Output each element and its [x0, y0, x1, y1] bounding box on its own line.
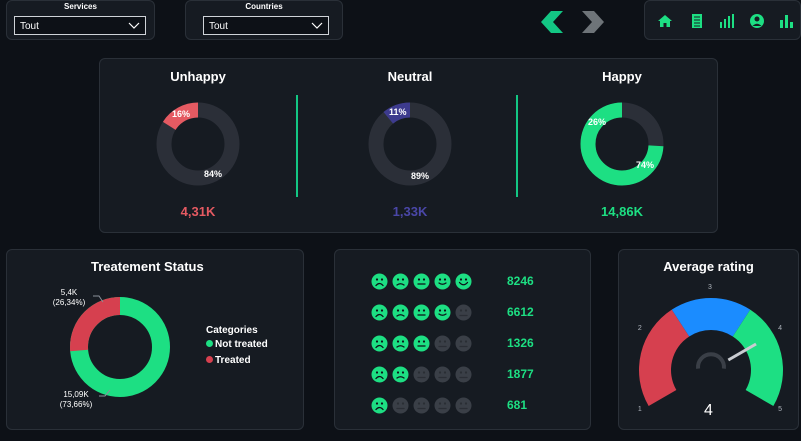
- frown-face-icon: [392, 366, 409, 383]
- frown-face-icon: [392, 304, 409, 321]
- rating-count: 681: [507, 398, 528, 412]
- bar-chart-icon[interactable]: [719, 13, 735, 29]
- rating-row: 6612: [371, 304, 581, 322]
- rating-row: 8246: [371, 273, 581, 291]
- donut-track: [368, 102, 452, 186]
- frown-big-face-icon: [371, 397, 388, 414]
- sentiment-donut-neutral: [368, 102, 452, 186]
- ratings-panel: 8246 6612 1326 1877 681: [334, 249, 591, 430]
- gauge-tick-label: 3: [708, 284, 712, 291]
- frown-big-face-icon: [371, 273, 388, 290]
- average-rating-panel: Average rating 12345 4: [618, 249, 799, 430]
- rating-row: 1326: [371, 335, 581, 353]
- legend-dot: [206, 340, 213, 347]
- smile-face-icon: [434, 273, 451, 290]
- legend-treated: Treated: [206, 355, 251, 366]
- countries-dropdown[interactable]: Tout: [203, 16, 329, 35]
- divider: [516, 95, 518, 197]
- services-dropdown[interactable]: Tout: [14, 16, 146, 35]
- donut-rest-label: 89%: [411, 171, 430, 181]
- frown-face-icon: [392, 273, 409, 290]
- donut-pct-label: 74%: [636, 160, 655, 170]
- bar-chart-alt-icon[interactable]: [778, 13, 794, 29]
- gauge-tick-label: 4: [778, 324, 783, 332]
- divider: [296, 95, 298, 197]
- frown-big-face-icon: [371, 335, 388, 352]
- rating-row: 1877: [371, 366, 581, 384]
- rating-count: 6612: [507, 305, 534, 319]
- chevron-left-icon[interactable]: [541, 11, 565, 33]
- legend-dot: [206, 356, 213, 363]
- rating-count: 1877: [507, 367, 534, 381]
- inactive-face-icon: [455, 304, 472, 321]
- countries-filter-panel: Countries Tout: [185, 0, 343, 40]
- rating-count: 8246: [507, 274, 534, 288]
- frown-face-icon: [392, 335, 409, 352]
- services-filter-label: Services: [64, 2, 97, 11]
- sentiment-value: 4,31K: [180, 204, 216, 219]
- inactive-face-icon: [392, 397, 409, 414]
- sentiment-title-unhappy: Unhappy: [170, 69, 226, 84]
- neutral-face-icon: [413, 335, 430, 352]
- countries-dropdown-value: Tout: [209, 21, 228, 32]
- donut-rest-label: 26%: [588, 117, 607, 127]
- donut-rest-label: 84%: [204, 169, 223, 179]
- inactive-face-icon: [413, 397, 430, 414]
- inactive-face-icon: [455, 397, 472, 414]
- sentiment-value: 14,86K: [601, 204, 643, 219]
- inactive-face-icon: [434, 397, 451, 414]
- frown-big-face-icon: [371, 304, 388, 321]
- services-dropdown-value: Tout: [20, 21, 39, 32]
- user-icon[interactable]: [749, 13, 765, 29]
- toolbar-panel: [644, 0, 801, 40]
- legend-not-treated: Not treated: [206, 339, 268, 350]
- rating-count: 1326: [507, 336, 534, 350]
- sentiment-donut-unhappy: [156, 102, 240, 186]
- home-icon[interactable]: [657, 13, 673, 29]
- donut-pct-label: 11%: [389, 107, 407, 117]
- smile-face-icon: [434, 304, 451, 321]
- inactive-face-icon: [434, 335, 451, 352]
- inactive-face-icon: [434, 366, 451, 383]
- frown-big-face-icon: [371, 366, 388, 383]
- sentiment-title-neutral: Neutral: [387, 69, 433, 84]
- neutral-face-icon: [413, 273, 430, 290]
- inactive-face-icon: [455, 335, 472, 352]
- neutral-face-icon: [413, 304, 430, 321]
- chevron-right-icon[interactable]: [580, 11, 604, 33]
- countries-filter-label: Countries: [245, 2, 283, 11]
- gauge-hub: [696, 352, 726, 369]
- donut-pct-label: 16%: [172, 109, 191, 119]
- sentiment-donut-happy: [580, 102, 664, 186]
- rating-row: 681: [371, 397, 581, 415]
- sentiment-title-happy: Happy: [602, 69, 642, 84]
- gauge-tick-label: 2: [637, 324, 642, 332]
- sentiment-value: 1,33K: [392, 204, 428, 219]
- legend-title: Categories: [206, 325, 258, 336]
- chevron-down-icon: [128, 22, 140, 29]
- smile-big-face-icon: [455, 273, 472, 290]
- services-filter-panel: Services Tout: [6, 0, 155, 40]
- inactive-face-icon: [455, 366, 472, 383]
- gauge-value: 4: [704, 402, 713, 419]
- inactive-face-icon: [413, 366, 430, 383]
- document-icon[interactable]: [689, 13, 705, 29]
- chevron-down-icon: [311, 22, 323, 29]
- treatment-status-panel: Treatement Status 5,4K (26,34%) 15,09K (…: [6, 249, 304, 430]
